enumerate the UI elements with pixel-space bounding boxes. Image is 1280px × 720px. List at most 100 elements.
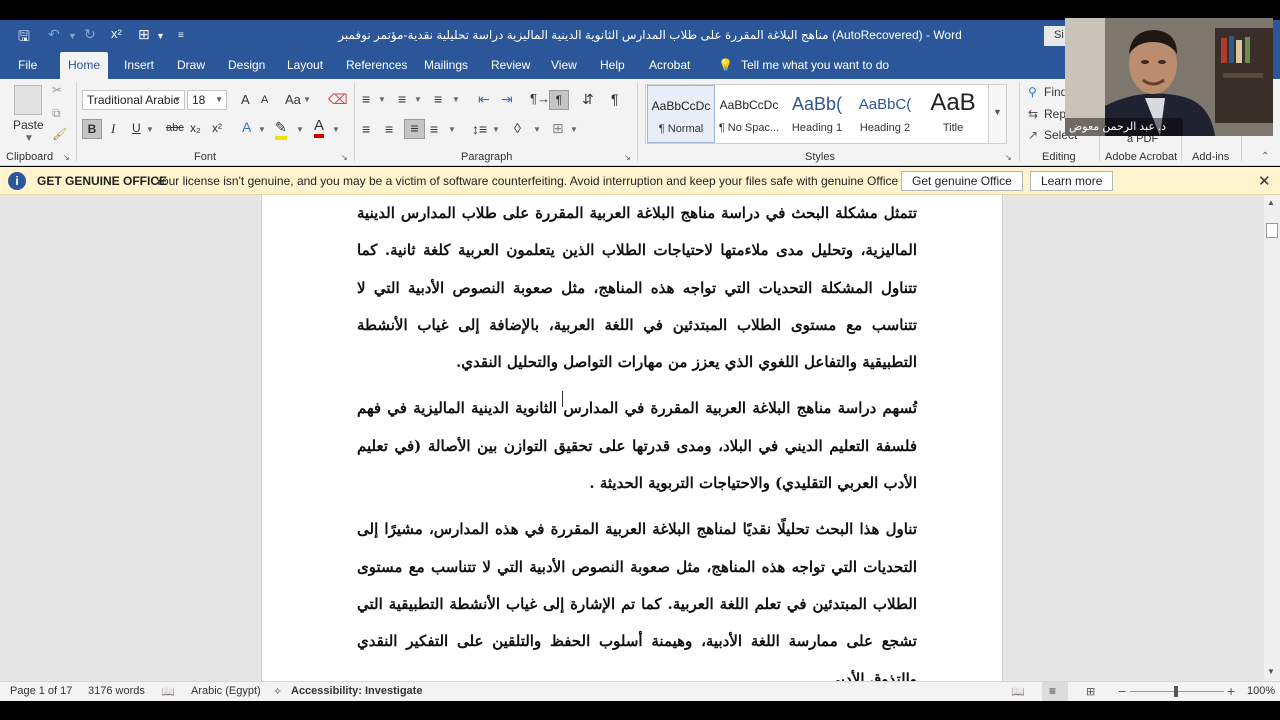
justify-icon[interactable]: ≡ [430, 121, 438, 137]
tell-me-search[interactable]: Tell me what you want to do [733, 52, 897, 79]
sort-icon[interactable]: ⇵ [582, 91, 594, 108]
change-case-button[interactable]: Aa [285, 92, 301, 107]
redo-icon[interactable]: ↻ [84, 26, 96, 43]
italic-button[interactable]: I [111, 121, 115, 137]
line-spacing-dropdown-icon[interactable]: ▼ [492, 125, 500, 134]
increase-indent-icon[interactable]: ⇥ [501, 91, 513, 108]
scroll-up-icon[interactable]: ▲ [1267, 198, 1275, 207]
format-painter-icon[interactable]: 🖌 [52, 127, 67, 141]
shrink-font-button[interactable]: A [261, 94, 268, 106]
bullets-dropdown-icon[interactable]: ▼ [378, 95, 386, 104]
decrease-indent-icon[interactable]: ⇤ [478, 91, 490, 108]
text-effects-icon[interactable]: A [242, 119, 251, 135]
rtl-direction-icon[interactable]: ¶ [549, 90, 569, 110]
font-launcher-icon[interactable]: ↘ [341, 153, 348, 162]
style-title[interactable]: AaB Title [919, 85, 987, 143]
paragraph[interactable]: تناول هذا البحث تحليلًا نقديًا لمناهج ال… [357, 511, 917, 697]
style-normal[interactable]: AaBbCcDc ¶ Normal [647, 85, 715, 143]
tab-home[interactable]: Home [60, 52, 108, 79]
document-page[interactable]: تتمثل مشكلة البحث في دراسة مناهج البلاغة… [261, 195, 1003, 688]
tab-layout[interactable]: Layout [279, 52, 331, 79]
style-no-spacing[interactable]: AaBbCcDc ¶ No Spac... [715, 85, 783, 143]
replace-button[interactable]: Rep [1044, 107, 1066, 121]
word-count[interactable]: 3176 words [88, 685, 145, 697]
align-left-icon[interactable]: ≡ [362, 121, 370, 137]
numbering-dropdown-icon[interactable]: ▼ [414, 95, 422, 104]
zoom-in-icon[interactable]: + [1227, 683, 1235, 699]
tab-mailings[interactable]: Mailings [416, 52, 476, 79]
superscript-qa-icon[interactable]: x² [111, 26, 122, 41]
paste-icon[interactable] [14, 85, 42, 115]
collapse-ribbon-icon[interactable]: ⌃ [1261, 151, 1269, 162]
proofing-icon[interactable]: 📖 [161, 685, 175, 698]
highlight-dropdown-icon[interactable]: ▼ [296, 125, 304, 134]
shading-icon[interactable]: ◊ [514, 120, 521, 136]
tab-design[interactable]: Design [220, 52, 273, 79]
styles-more-icon[interactable]: ▼ [988, 85, 1006, 143]
paragraph[interactable]: تتمثل مشكلة البحث في دراسة مناهج البلاغة… [357, 195, 917, 381]
print-layout-button[interactable]: ≡ [1042, 682, 1068, 701]
borders-icon[interactable]: ⊞ [552, 120, 564, 137]
tab-review[interactable]: Review [483, 52, 538, 79]
clear-formatting-icon[interactable]: ⌫ [328, 91, 348, 108]
replace-icon[interactable]: ⇆ [1028, 107, 1038, 121]
line-spacing-icon[interactable]: ↕≡ [472, 121, 487, 137]
bullets-icon[interactable]: ≡ [362, 91, 370, 107]
bold-button[interactable]: B [82, 119, 102, 139]
close-icon[interactable]: ✕ [1258, 172, 1271, 190]
save-icon[interactable]: 🖫 [18, 26, 30, 50]
get-genuine-office-button[interactable]: Get genuine Office [901, 171, 1023, 191]
tab-help[interactable]: Help [592, 52, 633, 79]
undo-dropdown-icon[interactable]: ▼ [68, 31, 77, 41]
underline-dropdown-icon[interactable]: ▼ [146, 125, 154, 134]
web-layout-icon[interactable]: ⊞ [1086, 685, 1095, 698]
copy-icon[interactable]: ⧉ [52, 106, 61, 121]
scroll-down-icon[interactable]: ▼ [1267, 667, 1275, 676]
superscript-button[interactable]: x² [212, 121, 222, 135]
change-case-dropdown-icon[interactable]: ▼ [303, 95, 311, 104]
scroll-thumb[interactable] [1266, 223, 1278, 238]
table-dropdown-icon[interactable]: ▼ [156, 31, 165, 41]
ltr-direction-icon[interactable]: ¶→ [530, 91, 550, 106]
find-icon[interactable]: ⚲ [1028, 85, 1037, 99]
font-color-icon[interactable]: A [314, 117, 325, 138]
tab-references[interactable]: References [338, 52, 415, 79]
paste-button[interactable]: Paste [13, 118, 44, 132]
underline-button[interactable]: U [132, 121, 141, 135]
font-name-field[interactable]: Traditional Arabic ▼ [82, 90, 185, 110]
grow-font-button[interactable]: A [241, 92, 250, 107]
learn-more-button[interactable]: Learn more [1030, 171, 1114, 191]
style-heading-1[interactable]: AaBb(Heading 1 [783, 85, 851, 143]
style-heading-2[interactable]: AaBbC(Heading 2 [851, 85, 919, 143]
multilevel-dropdown-icon[interactable]: ▼ [452, 95, 460, 104]
paragraph-launcher-icon[interactable]: ↘ [624, 153, 631, 162]
zoom-slider-thumb[interactable] [1174, 686, 1178, 697]
language-indicator[interactable]: Arabic (Egypt) [191, 685, 261, 697]
show-marks-icon[interactable]: ¶ [611, 91, 619, 107]
tab-acrobat[interactable]: Acrobat [641, 52, 698, 79]
clipboard-launcher-icon[interactable]: ↘ [63, 153, 70, 162]
multilevel-list-icon[interactable]: ≡ [434, 91, 442, 107]
styles-launcher-icon[interactable]: ↘ [1005, 153, 1012, 162]
table-qa-icon[interactable]: ⊞ [138, 26, 150, 43]
tab-view[interactable]: View [543, 52, 585, 79]
font-color-dropdown-icon[interactable]: ▼ [332, 125, 340, 134]
tab-file[interactable]: File [10, 52, 45, 79]
justify-dropdown-icon[interactable]: ▼ [448, 125, 456, 134]
find-button[interactable]: Find [1044, 85, 1067, 99]
page-indicator[interactable]: Page 1 of 17 [10, 685, 72, 697]
read-mode-icon[interactable]: 📖 [1011, 685, 1025, 698]
undo-icon[interactable]: ↶ [48, 26, 60, 43]
document-body[interactable]: تتمثل مشكلة البحث في دراسة مناهج البلاغة… [357, 195, 917, 698]
shading-dropdown-icon[interactable]: ▼ [533, 125, 541, 134]
align-right-icon[interactable]: ≡ [404, 119, 425, 139]
align-center-icon[interactable]: ≡ [385, 121, 393, 137]
borders-dropdown-icon[interactable]: ▼ [570, 125, 578, 134]
font-size-field[interactable]: 18 ▼ [187, 90, 227, 110]
strikethrough-button[interactable]: abc [166, 122, 184, 134]
accessibility-status[interactable]: Accessibility: Investigate [291, 685, 422, 697]
tab-insert[interactable]: Insert [116, 52, 162, 79]
paste-dropdown-icon[interactable]: ▼ [24, 133, 34, 144]
select-icon[interactable]: ↗ [1028, 128, 1038, 142]
subscript-button[interactable]: x₂ [190, 121, 201, 135]
